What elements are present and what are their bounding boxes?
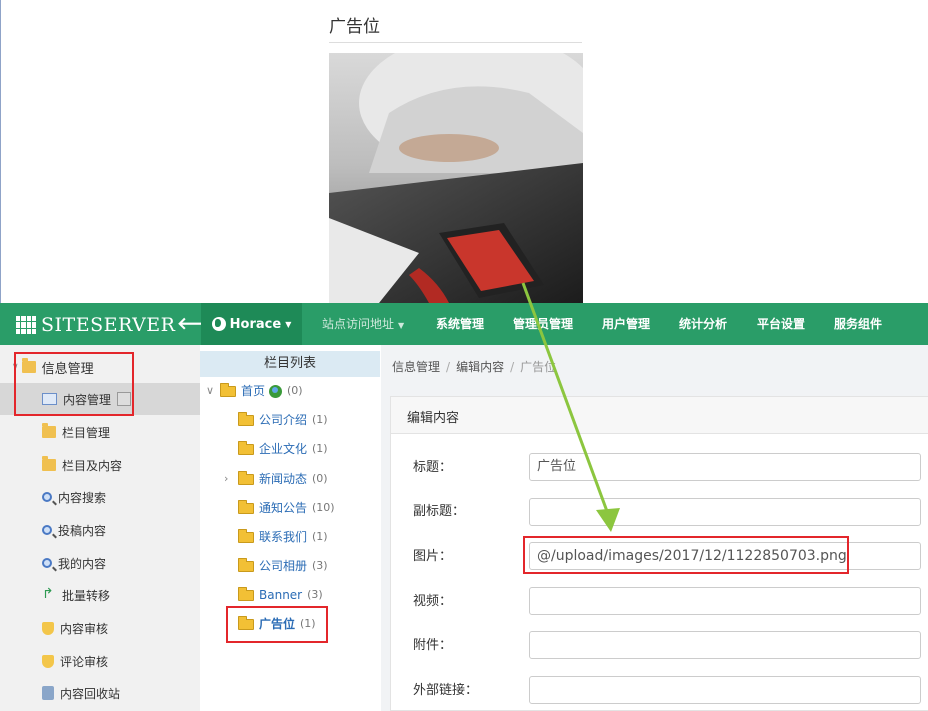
highlight-box-sidebar <box>14 352 134 416</box>
folder-icon <box>238 499 254 514</box>
nav-admin[interactable]: 管理员管理 <box>513 303 573 345</box>
image-label: 图片： <box>413 549 453 564</box>
preview-divider <box>329 42 582 43</box>
title-label: 标题： <box>413 460 453 475</box>
tree-item[interactable]: 公司相册 (3) <box>238 556 328 576</box>
recycle-icon <box>42 686 54 700</box>
tree-item-count: (0) <box>312 472 328 485</box>
sidebar-item-label: 栏目管理 <box>62 425 111 440</box>
top-nav-bar: SITESERVER 🡐 Horace ▼ 站点访问地址 ▼ 系统管理 管理员管理… <box>0 303 928 345</box>
folder-icon <box>238 557 254 572</box>
sidebar-item-label: 栏目及内容 <box>62 458 123 473</box>
globe-icon <box>269 384 283 398</box>
tree-item-count: (10) <box>312 501 335 514</box>
tree-root[interactable]: ∨ 首页 (0) <box>206 381 303 401</box>
external-link-label: 外部链接： <box>413 683 479 698</box>
tree-item[interactable]: 联系我们 (1) <box>238 527 328 547</box>
subtitle-label: 副标题： <box>413 504 466 519</box>
search-icon <box>42 492 52 502</box>
folder-icon <box>42 423 56 438</box>
sidebar-item-label: 内容搜索 <box>58 490 107 505</box>
chevron-down-icon: ▼ <box>398 321 405 330</box>
channel-tree: 栏目列表 ∨ 首页 (0) 公司介绍 (1) 企业文化 (1) › 新闻动态 (… <box>200 345 381 711</box>
tree-item-label: 企业文化 <box>259 442 308 456</box>
logo-text: SITESERVER <box>41 314 176 336</box>
sidebar-item-label: 投稿内容 <box>58 523 107 538</box>
tree-item-count: (1) <box>312 442 328 455</box>
video-label: 视频： <box>413 594 453 609</box>
attachment-label: 附件： <box>413 638 453 653</box>
chevron-down-icon: ∨ <box>206 384 215 397</box>
ad-image <box>329 53 583 303</box>
window-edge <box>0 0 1 303</box>
folder-icon <box>238 586 254 601</box>
nav-services[interactable]: 服务组件 <box>834 303 882 345</box>
tree-item[interactable]: 企业文化 (1) <box>238 439 328 459</box>
tree-item[interactable]: 通知公告 (10) <box>238 498 335 518</box>
folder-icon <box>238 440 254 455</box>
chevron-right-icon[interactable]: › <box>224 469 236 489</box>
title-input[interactable]: 广告位 <box>529 453 921 481</box>
subtitle-input[interactable] <box>529 498 921 526</box>
tree-item-count: (3) <box>312 559 328 572</box>
search-icon <box>42 558 52 568</box>
nav-site-url[interactable]: 站点访问地址 ▼ <box>322 303 404 345</box>
sidebar-item-label: 批量转移 <box>62 588 111 603</box>
tree-item-count: (0) <box>287 384 303 397</box>
search-icon <box>42 525 52 535</box>
tree-item-label: 首页 <box>241 384 266 398</box>
external-link-input[interactable] <box>529 676 921 704</box>
nav-system[interactable]: 系统管理 <box>436 303 484 345</box>
tree-item-label: 新闻动态 <box>259 472 308 486</box>
nav-stats[interactable]: 统计分析 <box>679 303 727 345</box>
tree-item-count: (3) <box>307 588 323 601</box>
sidebar-item-label: 内容回收站 <box>60 686 121 701</box>
video-input[interactable] <box>529 587 921 615</box>
tree-item-count: (1) <box>312 530 328 543</box>
tree-item-label: 公司相册 <box>259 559 308 573</box>
chevron-down-icon: ▼ <box>285 319 292 329</box>
folder-icon <box>238 528 254 543</box>
folder-icon <box>220 382 236 397</box>
tree-item-label: 通知公告 <box>259 501 308 515</box>
sidebar-item-label: 我的内容 <box>58 556 107 571</box>
breadcrumb-current: 广告位 <box>520 360 557 374</box>
folder-icon <box>238 470 254 485</box>
logo-grid-icon <box>16 316 36 334</box>
sidebar-item-label: 内容审核 <box>60 621 109 636</box>
sidebar-item-label: 评论审核 <box>60 654 109 669</box>
folder-icon <box>42 456 56 471</box>
folder-icon <box>238 411 254 426</box>
tree-item[interactable]: Banner (3) <box>238 585 323 605</box>
highlight-box-tree <box>226 606 328 643</box>
tree-item-count: (1) <box>312 413 328 426</box>
breadcrumb: 信息管理 / 编辑内容 / 广告位 <box>392 360 557 374</box>
shield-icon <box>42 621 54 635</box>
arrow-icon: ↱ <box>42 586 54 602</box>
tree-item[interactable]: › 新闻动态 (0) <box>224 469 328 489</box>
siteserver-logo[interactable]: SITESERVER <box>16 314 175 336</box>
highlight-box-image <box>523 536 849 574</box>
breadcrumb-item[interactable]: 信息管理 <box>392 360 440 374</box>
site-name: Horace <box>229 316 282 332</box>
panel-title: 编辑内容 <box>407 411 460 426</box>
breadcrumb-item[interactable]: 编辑内容 <box>456 360 504 374</box>
tree-item[interactable]: 公司介绍 (1) <box>238 410 328 430</box>
globe-icon <box>211 317 226 331</box>
tree-header: 栏目列表 <box>200 351 380 377</box>
tree-item-label: 联系我们 <box>259 530 308 544</box>
attachment-input[interactable] <box>529 631 921 659</box>
nav-users[interactable]: 用户管理 <box>602 303 650 345</box>
nav-platform[interactable]: 平台设置 <box>757 303 805 345</box>
preview-title: 广告位 <box>329 17 380 37</box>
tree-item-label: 公司介绍 <box>259 413 308 427</box>
tree-item-label: Banner <box>259 588 303 602</box>
shield-icon <box>42 654 54 668</box>
panel-header: 编辑内容 <box>391 397 928 434</box>
site-selector[interactable]: Horace ▼ <box>201 303 302 345</box>
